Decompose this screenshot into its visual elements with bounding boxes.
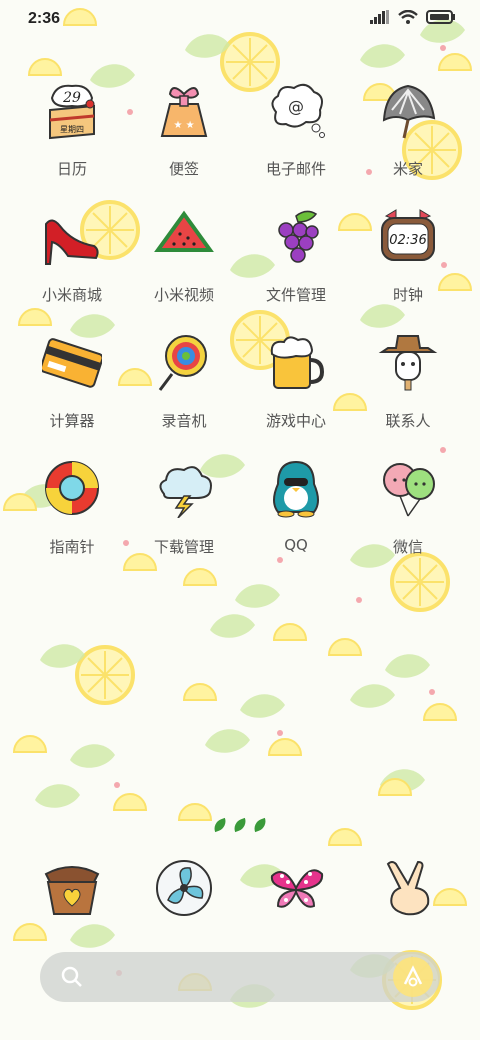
- app-label: 时钟: [392, 286, 423, 304]
- app-label: 指南针: [49, 538, 95, 556]
- assistant-icon[interactable]: [392, 956, 434, 998]
- app-mi-video[interactable]: 小米视频: [128, 206, 240, 326]
- app-file-manager[interactable]: 文件管理: [240, 206, 352, 326]
- app-calculator[interactable]: 计算器: [16, 332, 128, 452]
- app-game-center[interactable]: 游戏中心: [240, 332, 352, 452]
- card-icon: [42, 338, 102, 388]
- balloons-icon: [383, 463, 435, 517]
- status-icons: [370, 10, 456, 24]
- app-mi-store[interactable]: 小米商城: [16, 206, 128, 326]
- status-bar: 2:36: [0, 0, 480, 40]
- app-label: 联系人: [385, 412, 431, 430]
- app-wechat[interactable]: 微信: [352, 458, 464, 578]
- search-bar[interactable]: [40, 952, 440, 1002]
- app-contacts[interactable]: 联系人: [352, 332, 464, 452]
- high-heel-icon: [45, 219, 99, 265]
- battery-icon: [426, 10, 455, 24]
- app-label: 小米视频: [153, 286, 214, 304]
- app-recorder[interactable]: 录音机: [128, 332, 240, 452]
- app-calendar[interactable]: 29 星期四 日历: [16, 80, 128, 200]
- watermelon-icon: [154, 210, 214, 252]
- svg-text:★ ★: ★ ★: [173, 120, 194, 131]
- status-time: 2:36: [28, 10, 61, 27]
- email-cloud-icon: @: [271, 83, 325, 138]
- page-indicator: [0, 817, 480, 833]
- mijia-shell-icon: [382, 84, 436, 139]
- app-email[interactable]: @ 电子邮件: [240, 80, 352, 200]
- clock-display-text: 02:36: [389, 233, 426, 248]
- app-compass[interactable]: 指南针: [16, 458, 128, 578]
- dock: [16, 858, 464, 928]
- butterfly-icon: [270, 869, 324, 908]
- life-ring-icon: [45, 461, 99, 515]
- app-qq[interactable]: QQ: [240, 458, 352, 578]
- dock-butterfly[interactable]: [240, 858, 352, 928]
- dock-fan[interactable]: [128, 858, 240, 928]
- app-label: QQ: [284, 536, 308, 554]
- popsicle-hat-icon: [378, 335, 438, 391]
- app-clock[interactable]: 02:36 时钟: [352, 206, 464, 326]
- app-label: 文件管理: [265, 286, 326, 304]
- victory-hand-icon: [386, 860, 430, 916]
- fan-icon: [156, 860, 212, 916]
- dock-victory[interactable]: [352, 858, 464, 928]
- app-notes[interactable]: ★ ★ 便签: [128, 80, 240, 200]
- dock-phone[interactable]: [16, 858, 128, 928]
- calendar-weekday: 星期四: [60, 125, 84, 134]
- app-label: 日历: [56, 160, 87, 178]
- app-label: 微信: [392, 538, 423, 556]
- grapes-icon: [278, 210, 319, 263]
- search-icon[interactable]: [60, 965, 84, 989]
- storm-cloud-icon: [159, 466, 212, 518]
- page-dot-leaf: [231, 817, 249, 833]
- app-label: 电子邮件: [265, 160, 326, 178]
- notes-gift-icon: ★ ★: [160, 87, 208, 137]
- alarm-clock-icon: 02:36: [381, 209, 435, 261]
- app-label: 游戏中心: [265, 412, 326, 430]
- signal-icon: [370, 10, 389, 24]
- app-label: 下载管理: [153, 538, 214, 556]
- app-label: 便签: [168, 160, 199, 178]
- page-dot-leaf: [251, 817, 269, 833]
- app-mijia[interactable]: 米家: [352, 80, 464, 200]
- beer-mug-icon: [270, 336, 325, 389]
- app-download-manager[interactable]: 下载管理: [128, 458, 240, 578]
- app-label: 米家: [392, 160, 423, 178]
- telephone-icon: [44, 866, 100, 915]
- app-label: 计算器: [49, 412, 95, 430]
- svg-text:@: @: [288, 97, 304, 116]
- calendar-cake-icon: 29 星期四: [49, 84, 95, 140]
- wifi-icon: [398, 10, 418, 24]
- qq-penguin-icon: [273, 460, 319, 518]
- lollipop-icon: [158, 335, 207, 391]
- app-label: 小米商城: [41, 286, 102, 304]
- calendar-day: 29: [62, 90, 81, 106]
- app-label: 录音机: [161, 412, 207, 430]
- page-dot-leaf: [211, 817, 229, 833]
